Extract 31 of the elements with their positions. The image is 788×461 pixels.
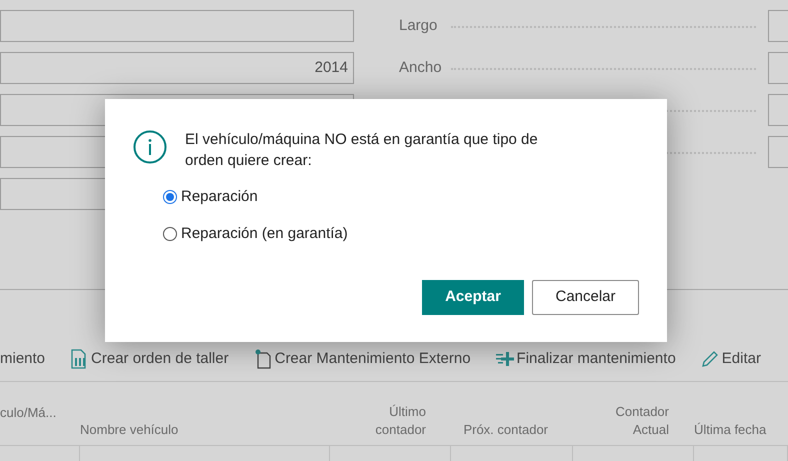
accept-button[interactable]: Aceptar (422, 280, 524, 315)
column-header[interactable]: Contador Actual (599, 403, 669, 439)
radio-option[interactable]: Reparación (163, 186, 258, 208)
radio-button[interactable] (163, 226, 177, 241)
input-field[interactable] (768, 94, 788, 126)
plus-list-icon (496, 351, 514, 367)
toolbar-button[interactable]: Crear Mantenimiento Externo (254, 348, 471, 370)
field-label: Largo (399, 16, 438, 36)
info-icon (133, 130, 167, 164)
input-field[interactable] (0, 10, 354, 42)
radio-option[interactable]: Reparación (en garantía) (163, 222, 348, 245)
column-header[interactable]: Próx. contador (463, 421, 548, 439)
document-tools-icon (70, 349, 88, 369)
pencil-icon (700, 350, 719, 368)
column-header[interactable]: Última fecha (694, 421, 766, 439)
toolbar-button[interactable]: Finalizar mantenimiento (496, 348, 676, 370)
toolbar-button[interactable]: miento (0, 348, 46, 370)
dialog-message: El vehículo/máquina NO está en garantía que tipo de orden quiere crear: (185, 130, 539, 171)
input-field[interactable] (768, 10, 788, 42)
column-header[interactable]: Nombre vehículo (80, 421, 178, 439)
input-field[interactable]: 2014 (0, 52, 354, 84)
toolbar-button[interactable]: Crear orden de taller (70, 348, 229, 370)
column-header[interactable]: culo/Má... (0, 404, 56, 422)
input-field[interactable] (768, 52, 788, 84)
toolbar-button[interactable]: Editar (700, 348, 761, 370)
new-document-icon (254, 349, 272, 369)
cancel-button[interactable]: Cancelar (532, 280, 639, 315)
radio-button[interactable] (163, 190, 177, 204)
column-header[interactable]: Último contador (356, 403, 426, 439)
input-field[interactable] (768, 136, 788, 168)
field-label: Ancho (399, 58, 443, 78)
